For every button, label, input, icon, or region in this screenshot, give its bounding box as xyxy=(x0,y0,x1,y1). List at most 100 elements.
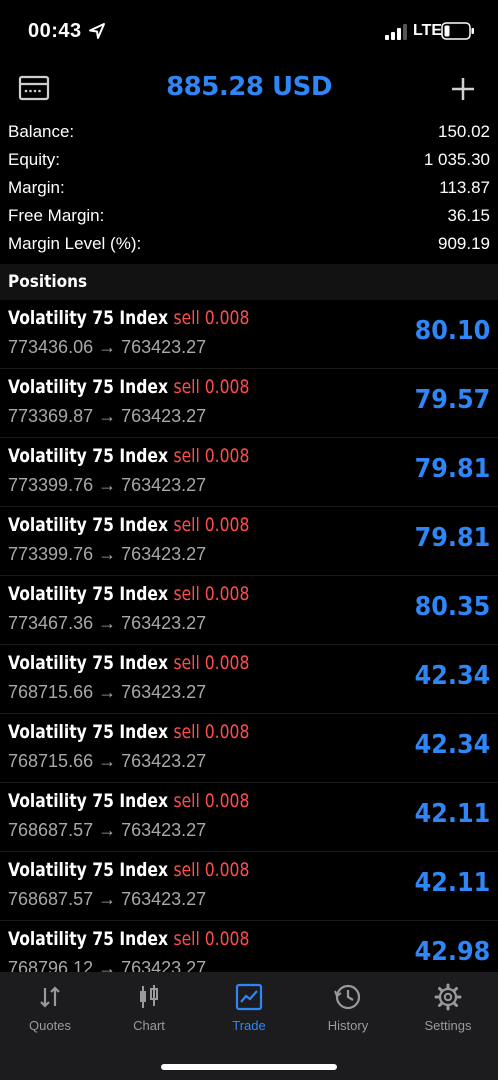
position-profit: 79.81 xyxy=(414,523,490,553)
position-prices: 768715.66 → 763423.27 xyxy=(8,682,207,702)
position-title: Volatility 75 Index sell 0.008 xyxy=(8,859,249,881)
position-symbol: Volatility 75 Index xyxy=(8,859,169,881)
plus-icon[interactable] xyxy=(448,74,478,104)
position-title: Volatility 75 Index sell 0.008 xyxy=(8,790,249,812)
position-row[interactable]: Volatility 75 Index sell 0.008 773369.87… xyxy=(0,369,498,438)
summary-row-free-margin: Free Margin: 36.15 xyxy=(0,202,498,230)
position-side: sell 0.008 xyxy=(173,514,250,536)
summary-label: Free Margin: xyxy=(8,206,105,225)
position-profit: 79.81 xyxy=(414,454,490,484)
position-prices: 768796.12 → 763423.27 xyxy=(8,958,207,972)
position-row[interactable]: Volatility 75 Index sell 0.008 773436.06… xyxy=(0,300,498,369)
position-profit: 79.57 xyxy=(414,385,490,415)
gear-icon xyxy=(434,983,462,1011)
position-side: sell 0.008 xyxy=(173,583,250,605)
position-profit: 42.11 xyxy=(414,799,490,829)
position-title: Volatility 75 Index sell 0.008 xyxy=(8,652,249,674)
position-symbol: Volatility 75 Index xyxy=(8,790,169,812)
account-balance-title: 885.28 USD xyxy=(166,72,332,102)
tab-chart[interactable]: Chart xyxy=(99,982,199,1033)
position-side: sell 0.008 xyxy=(173,445,250,467)
candlestick-icon xyxy=(140,985,158,1008)
summary-value: 150.02 xyxy=(438,122,490,141)
position-row[interactable]: Volatility 75 Index sell 0.008 768715.66… xyxy=(0,714,498,783)
position-symbol: Volatility 75 Index xyxy=(8,307,169,329)
position-row[interactable]: Volatility 75 Index sell 0.008 773399.76… xyxy=(0,507,498,576)
tab-settings[interactable]: Settings xyxy=(398,982,498,1033)
position-title: Volatility 75 Index sell 0.008 xyxy=(8,583,249,605)
positions-section-header: Positions xyxy=(0,264,498,300)
position-row[interactable]: Volatility 75 Index sell 0.008 768687.57… xyxy=(0,783,498,852)
position-row[interactable]: Volatility 75 Index sell 0.008 768687.57… xyxy=(0,852,498,921)
position-title: Volatility 75 Index sell 0.008 xyxy=(8,721,249,743)
summary-label: Balance: xyxy=(8,122,75,141)
position-profit: 42.11 xyxy=(414,868,490,898)
summary-label: Equity: xyxy=(8,150,60,169)
summary-row-margin: Margin: 113.87 xyxy=(0,174,498,202)
position-title: Volatility 75 Index sell 0.008 xyxy=(8,514,249,536)
position-row[interactable]: Volatility 75 Index sell 0.008 768715.66… xyxy=(0,645,498,714)
account-header: 885.28 USD xyxy=(0,64,498,114)
position-profit: 42.34 xyxy=(414,661,490,691)
position-symbol: Volatility 75 Index xyxy=(8,583,169,605)
summary-value: 113.87 xyxy=(439,178,490,197)
status-time: 00:43 xyxy=(28,20,82,42)
position-prices: 773369.87 → 763423.27 xyxy=(8,406,207,426)
position-profit: 80.35 xyxy=(414,592,490,622)
position-profit: 42.34 xyxy=(414,730,490,760)
position-prices: 768715.66 → 763423.27 xyxy=(8,751,207,771)
position-row[interactable]: Volatility 75 Index sell 0.008 773399.76… xyxy=(0,438,498,507)
position-symbol: Volatility 75 Index xyxy=(8,445,169,467)
position-prices: 773399.76 → 763423.27 xyxy=(8,475,207,495)
tab-quotes[interactable]: Quotes xyxy=(0,982,100,1033)
signal-bars-icon xyxy=(385,24,407,40)
summary-row-equity: Equity: 1 035.30 xyxy=(0,146,498,174)
summary-value: 1 035.30 xyxy=(423,150,490,169)
position-symbol: Volatility 75 Index xyxy=(8,721,169,743)
tab-label: History xyxy=(327,1018,369,1033)
position-prices: 773399.76 → 763423.27 xyxy=(8,544,207,564)
position-symbol: Volatility 75 Index xyxy=(8,514,169,536)
status-bar: 00:43 LTE xyxy=(0,0,498,64)
positions-list[interactable]: Volatility 75 Index sell 0.008 773436.06… xyxy=(0,300,498,972)
position-row[interactable]: Volatility 75 Index sell 0.008 773467.36… xyxy=(0,576,498,645)
position-side: sell 0.008 xyxy=(173,859,250,881)
position-side: sell 0.008 xyxy=(173,790,250,812)
position-profit: 42.98 xyxy=(414,937,490,967)
position-side: sell 0.008 xyxy=(173,928,250,950)
position-prices: 768687.57 → 763423.27 xyxy=(8,820,207,840)
position-side: sell 0.008 xyxy=(173,307,250,329)
tab-history[interactable]: History xyxy=(298,982,398,1033)
tab-trade[interactable]: Trade xyxy=(199,982,299,1033)
position-profit: 80.10 xyxy=(414,316,490,346)
position-prices: 768687.57 → 763423.27 xyxy=(8,889,207,909)
position-prices: 773436.06 → 763423.27 xyxy=(8,337,207,357)
summary-row-balance: Balance: 150.02 xyxy=(0,118,498,146)
summary-label: Margin Level (%): xyxy=(8,234,142,253)
tab-label: Trade xyxy=(232,1018,266,1033)
position-symbol: Volatility 75 Index xyxy=(8,652,169,674)
position-prices: 773467.36 → 763423.27 xyxy=(8,613,207,633)
location-arrow-icon xyxy=(89,23,105,39)
summary-value: 909.19 xyxy=(438,234,490,253)
position-title: Volatility 75 Index sell 0.008 xyxy=(8,928,249,950)
position-side: sell 0.008 xyxy=(173,376,250,398)
position-symbol: Volatility 75 Index xyxy=(8,928,169,950)
summary-row-margin-level: Margin Level (%): 909.19 xyxy=(0,230,498,258)
account-summary: Balance: 150.02 Equity: 1 035.30 Margin:… xyxy=(0,118,498,258)
network-type: LTE xyxy=(413,22,443,39)
tab-label: Quotes xyxy=(29,1018,71,1033)
summary-label: Margin: xyxy=(8,178,65,197)
position-title: Volatility 75 Index sell 0.008 xyxy=(8,376,249,398)
home-indicator[interactable] xyxy=(161,1064,337,1070)
battery-icon xyxy=(441,22,474,40)
position-title: Volatility 75 Index sell 0.008 xyxy=(8,307,249,329)
quotes-icon xyxy=(40,986,60,1008)
trade-chart-icon xyxy=(235,983,263,1011)
position-side: sell 0.008 xyxy=(173,652,250,674)
summary-value: 36.15 xyxy=(447,206,490,225)
tab-label: Settings xyxy=(424,1018,472,1033)
position-side: sell 0.008 xyxy=(173,721,250,743)
position-row[interactable]: Volatility 75 Index sell 0.008 768796.12… xyxy=(0,921,498,972)
position-title: Volatility 75 Index sell 0.008 xyxy=(8,445,249,467)
